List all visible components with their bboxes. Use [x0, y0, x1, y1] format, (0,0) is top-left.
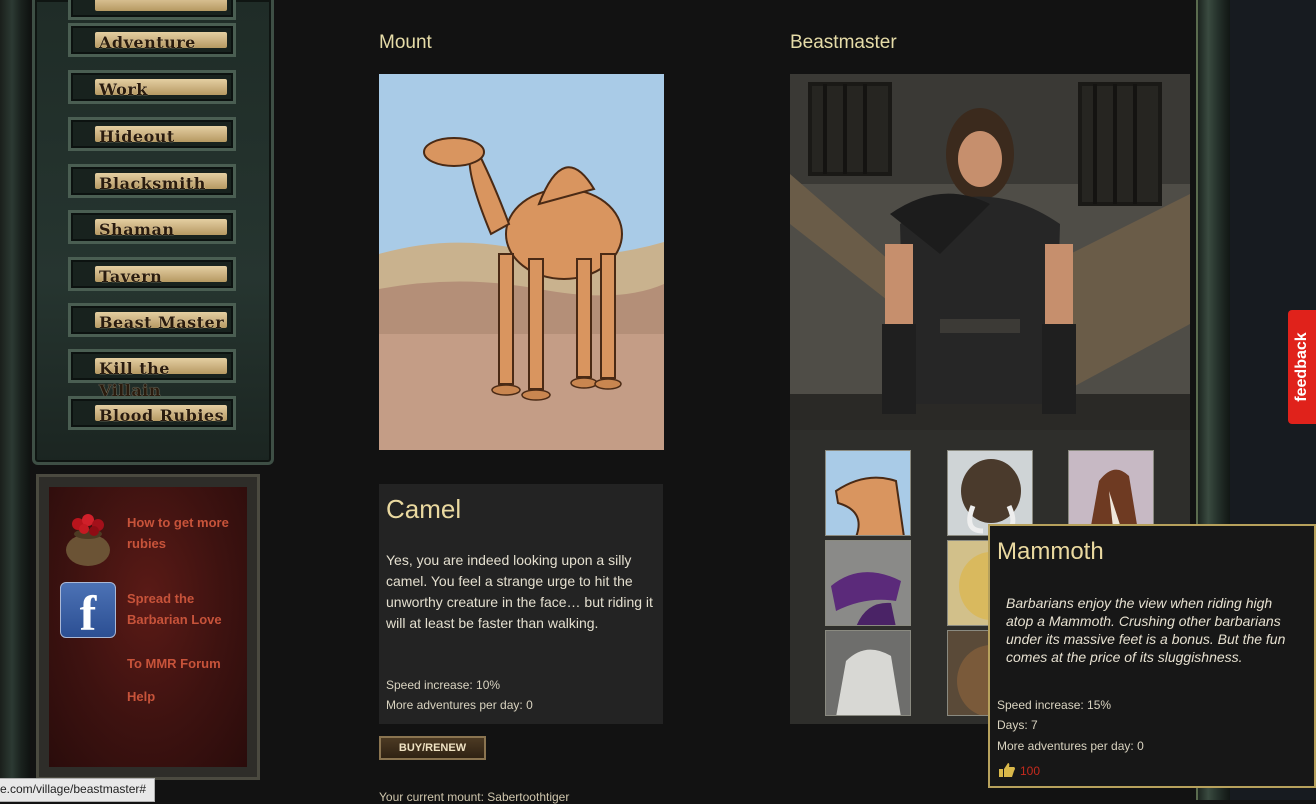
nav-item-label: Blood Rubies: [99, 406, 225, 425]
mount-name: Camel: [386, 494, 462, 524]
nav-item-shaman[interactable]: Shaman: [68, 210, 236, 244]
white-horse-thumb[interactable]: [825, 630, 911, 716]
nav-item-blood-rubies[interactable]: Blood Rubies: [68, 396, 236, 430]
camel-thumb[interactable]: [825, 450, 911, 536]
nav-item-label: Shaman: [99, 220, 175, 239]
thumbs-up-icon: [999, 763, 1015, 777]
mount-heading: Mount: [379, 32, 432, 53]
raptor-thumb[interactable]: [825, 540, 911, 626]
help-link[interactable]: Help: [127, 686, 155, 707]
mount-description-card: Camel Yes, you are indeed looking upon a…: [379, 484, 663, 724]
nav-item-label: Tavern: [99, 267, 163, 286]
tooltip-price: 100: [1020, 764, 1041, 778]
nav-item-label: Beast Master: [99, 313, 225, 332]
camel-illustration: [379, 74, 664, 450]
mount-adventures-per-day: More adventures per day: 0: [386, 698, 533, 712]
tooltip-adventures-per-day: More adventures per day: 0: [997, 739, 1144, 753]
nav-item-blacksmith[interactable]: Blacksmith: [68, 164, 236, 198]
rubies-link-line1: How to get more: [127, 515, 229, 530]
rubies-help-link[interactable]: How to get more rubies: [127, 512, 229, 554]
nav-item-hidden-top[interactable]: [68, 0, 236, 20]
mount-tooltip: Mammoth Barbarians enjoy the view when r…: [988, 524, 1316, 788]
facebook-share-link[interactable]: Spread the Barbarian Love: [127, 588, 222, 630]
buy-renew-button[interactable]: BUY/RENEW: [379, 736, 486, 760]
nav-item-label: Hideout: [99, 127, 175, 146]
facebook-link-line1: Spread the: [127, 591, 195, 606]
facebook-icon[interactable]: f: [60, 582, 116, 641]
tooltip-title: Mammoth: [997, 538, 1104, 565]
nav-item-adventure[interactable]: Adventure: [68, 23, 236, 57]
facebook-link-line2: Barbarian Love: [127, 612, 222, 627]
nav-item-beast-master[interactable]: Beast Master: [68, 303, 236, 337]
nav-item-label: Blacksmith: [99, 174, 206, 193]
tooltip-description: Barbarians enjoy the view when riding hi…: [1006, 595, 1286, 665]
nav-item-label: Adventure: [99, 33, 196, 52]
nav-item-hideout[interactable]: Hideout: [68, 117, 236, 151]
forum-link[interactable]: To MMR Forum: [127, 653, 221, 674]
feedback-tab[interactable]: feedback: [1288, 310, 1316, 424]
main-navigation: Adventure Work Hideout Blacksmith Shaman…: [32, 0, 274, 465]
nav-item-work[interactable]: Work: [68, 70, 236, 104]
nav-item-label: Work: [99, 80, 148, 99]
nav-item-tavern[interactable]: Tavern: [68, 257, 236, 291]
nav-item-kill-the-villain[interactable]: Kill the Villain: [68, 349, 236, 400]
ruby-sack-icon[interactable]: [62, 510, 114, 568]
browser-status-url: e.com/village/beastmaster#: [0, 778, 156, 802]
mount-description: Yes, you are indeed looking upon a silly…: [386, 552, 653, 631]
beastmaster-heading: Beastmaster: [790, 32, 897, 53]
rubies-link-line2: rubies: [127, 536, 167, 551]
left-frame: [0, 0, 30, 800]
feedback-label: feedback: [1293, 332, 1310, 402]
tooltip-speed-increase: Speed increase: 15%: [997, 698, 1112, 712]
beastmaster-illustration: [790, 74, 1190, 430]
mount-speed-increase: Speed increase: 10%: [386, 678, 501, 692]
current-mount-text: Your current mount: Sabertoothtiger: [379, 790, 570, 804]
tooltip-days: Days: 7: [997, 718, 1038, 732]
